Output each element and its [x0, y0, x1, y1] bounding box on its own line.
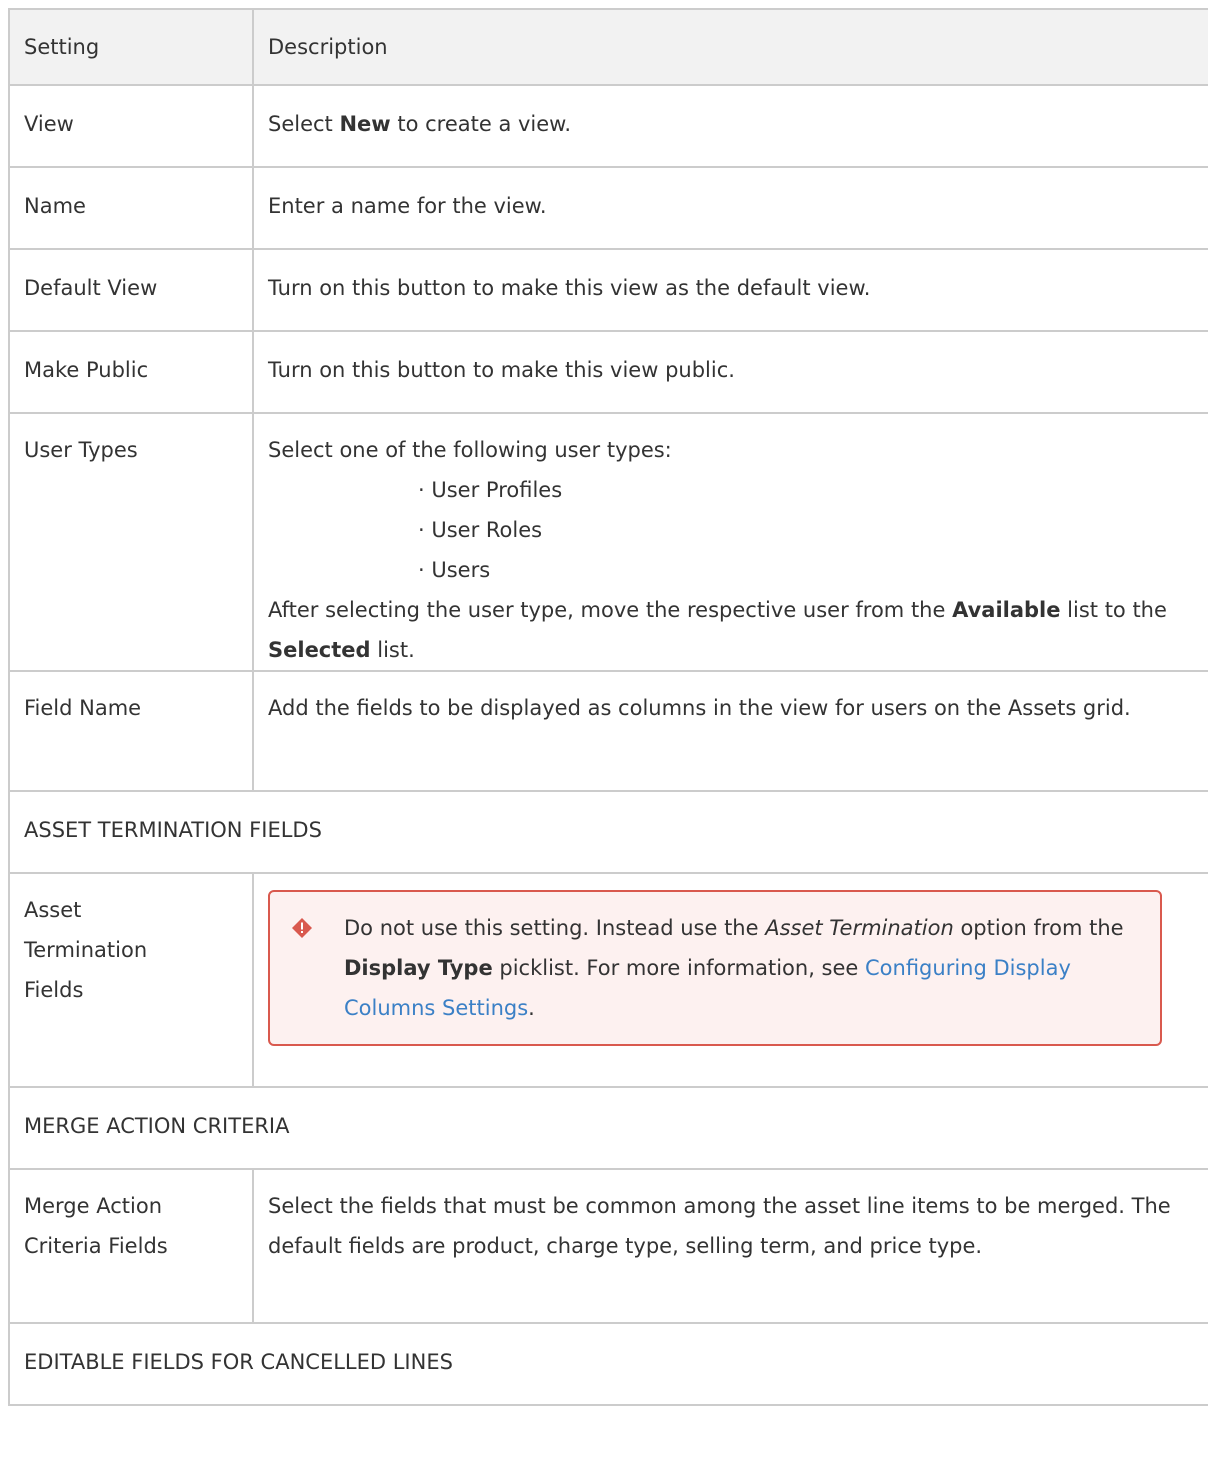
warning-icon — [292, 918, 312, 938]
setting-cell: Make Public — [8, 330, 254, 414]
setting-cell: Merge Action Criteria Fields — [8, 1168, 254, 1324]
setting-cell: User Types — [8, 412, 254, 672]
section-merge-action: MERGE ACTION CRITERIA — [8, 1086, 1208, 1170]
description-cell: Turn on this button to make this view as… — [252, 248, 1208, 332]
table-row-merge-action: Merge Action Criteria Fields Select the … — [8, 1168, 1208, 1324]
section-heading: EDITABLE FIELDS FOR CANCELLED LINES — [8, 1322, 1208, 1406]
settings-table: Setting Description View Select New to c… — [8, 8, 1208, 1406]
warning-callout: Do not use this setting. Instead use the… — [268, 890, 1162, 1046]
header-setting: Setting — [8, 8, 254, 86]
description-cell: Turn on this button to make this view pu… — [252, 330, 1208, 414]
user-types-intro: Select one of the following user types: — [268, 438, 672, 462]
section-editable-cancelled: EDITABLE FIELDS FOR CANCELLED LINES — [8, 1322, 1208, 1406]
table-row-asset-termination: Asset Termination Fields Do not use this… — [8, 872, 1208, 1088]
setting-cell: Asset Termination Fields — [8, 872, 254, 1088]
user-types-after: After selecting the user type, move the … — [268, 598, 1167, 662]
table-row-view: View Select New to create a view. — [8, 84, 1208, 168]
description-cell: Do not use this setting. Instead use the… — [252, 872, 1208, 1088]
setting-cell: View — [8, 84, 254, 168]
section-heading: ASSET TERMINATION FIELDS — [8, 790, 1208, 874]
section-asset-termination: ASSET TERMINATION FIELDS — [8, 790, 1208, 874]
description-cell: Select the fields that must be common am… — [252, 1168, 1208, 1324]
table-row-user-types: User Types Select one of the following u… — [8, 412, 1208, 672]
user-types-list: User Profiles User Roles Users — [268, 470, 1208, 590]
table-row-field-name: Field Name Add the fields to be displaye… — [8, 670, 1208, 792]
table-header-row: Setting Description — [8, 8, 1208, 86]
list-item: User Profiles — [418, 470, 1208, 510]
description-cell: Enter a name for the view. — [252, 166, 1208, 250]
setting-cell: Default View — [8, 248, 254, 332]
setting-cell: Name — [8, 166, 254, 250]
setting-cell: Field Name — [8, 670, 254, 792]
table-row-name: Name Enter a name for the view. — [8, 166, 1208, 250]
description-cell: Select one of the following user types: … — [252, 412, 1208, 672]
list-item: Users — [418, 550, 1208, 590]
section-heading: MERGE ACTION CRITERIA — [8, 1086, 1208, 1170]
header-description: Description — [252, 8, 1208, 86]
table-row-make-public: Make Public Turn on this button to make … — [8, 330, 1208, 414]
list-item: User Roles — [418, 510, 1208, 550]
description-cell: Select New to create a view. — [252, 84, 1208, 168]
description-cell: Add the fields to be displayed as column… — [252, 670, 1208, 792]
table-row-default-view: Default View Turn on this button to make… — [8, 248, 1208, 332]
